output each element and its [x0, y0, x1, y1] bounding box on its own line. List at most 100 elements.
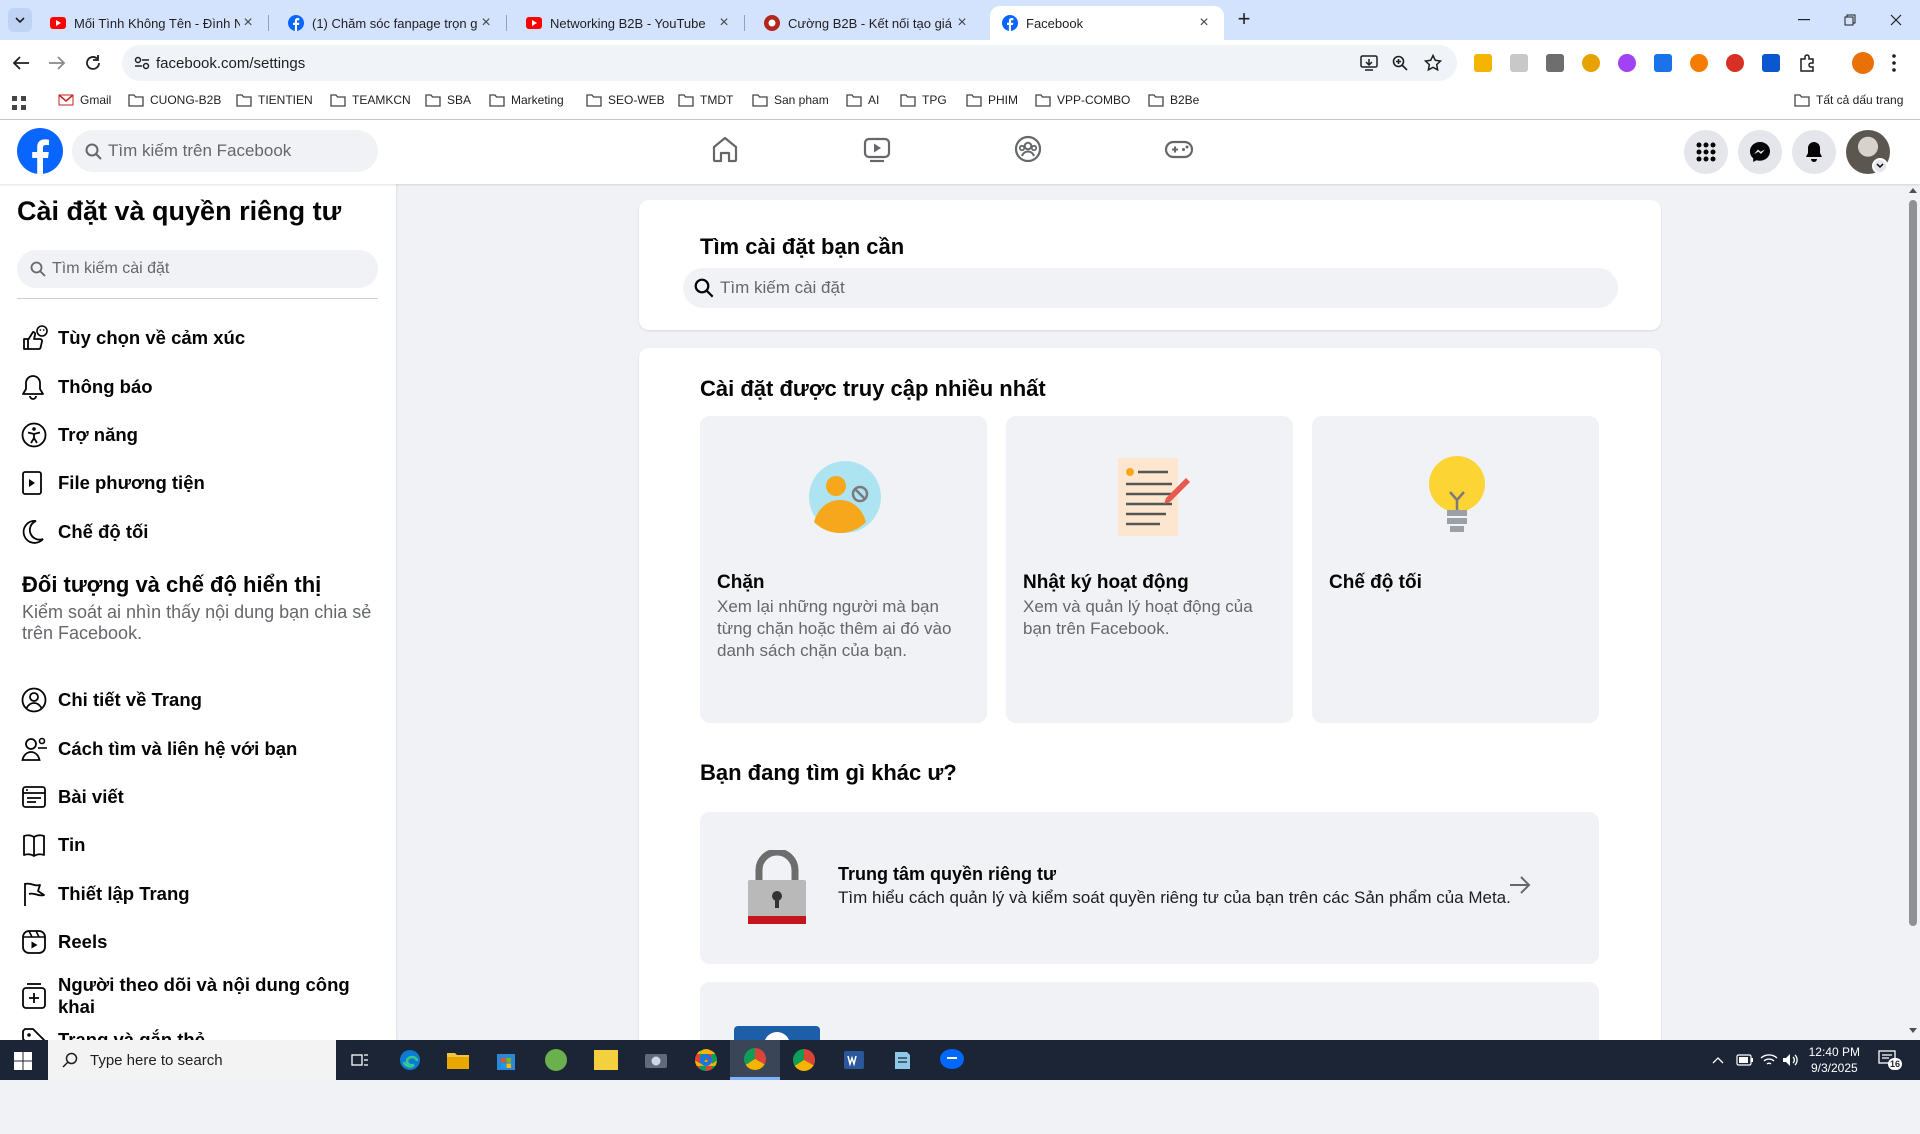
groups-icon[interactable]	[1013, 134, 1043, 164]
home-icon[interactable]	[710, 134, 740, 164]
extension-icon[interactable]	[1546, 54, 1564, 72]
sidebar-item-notifications[interactable]: Thông báo	[17, 365, 377, 409]
scroll-down-arrow[interactable]	[1909, 1028, 1917, 1033]
video-icon[interactable]	[862, 134, 892, 164]
chrome-app[interactable]	[784, 1045, 824, 1075]
new-tab-button[interactable]: +	[1232, 8, 1256, 32]
tray-chevron-up-icon[interactable]	[1712, 1056, 1724, 1064]
forward-icon[interactable]	[48, 55, 66, 71]
bookmark-item[interactable]: CUONG-B2B	[128, 93, 221, 107]
bookmark-item[interactable]: TPG	[900, 93, 947, 107]
word-app[interactable]	[834, 1045, 874, 1075]
bookmark-item[interactable]: AI	[846, 93, 879, 107]
sidebar-item-page-setup[interactable]: Thiết lập Trang	[17, 872, 377, 916]
battery-icon[interactable]	[1736, 1054, 1754, 1066]
browser-tab[interactable]: Cường B2B - Kết nối tạo giá trị ×	[752, 6, 982, 40]
notepad-app[interactable]	[882, 1045, 922, 1075]
browser-tab-active[interactable]: Facebook ×	[990, 6, 1224, 40]
install-app-icon[interactable]	[1360, 55, 1378, 71]
bookmark-item[interactable]: SBA	[425, 93, 471, 107]
browser-tab[interactable]: Mối Tình Không Tên - Đình Ng ×	[38, 6, 269, 40]
extension-icon[interactable]	[1654, 54, 1672, 72]
account-menu-chevron[interactable]	[1872, 158, 1888, 174]
extension-icon[interactable]	[1762, 54, 1780, 72]
bookmark-item[interactable]: B2Be	[1148, 93, 1199, 107]
edge-app[interactable]	[390, 1045, 430, 1075]
messenger-button[interactable]	[1738, 130, 1782, 174]
file-explorer-app[interactable]	[438, 1045, 478, 1075]
tile-block[interactable]: Chặn Xem lại những người mà bạn từng chặ…	[700, 416, 987, 723]
notifications-button[interactable]	[1792, 130, 1836, 174]
facebook-logo-icon[interactable]	[17, 128, 63, 174]
sidebar-item-tagging[interactable]: Trang và gắn thẻ	[17, 1018, 377, 1040]
close-window-button[interactable]	[1882, 6, 1910, 34]
bookmark-item[interactable]: SEO-WEB	[586, 93, 665, 107]
minimize-button[interactable]	[1790, 6, 1818, 34]
extension-icon[interactable]	[1582, 54, 1600, 72]
close-icon[interactable]: ×	[954, 14, 970, 31]
settings-search[interactable]	[17, 250, 378, 288]
app-green[interactable]	[536, 1045, 576, 1075]
bookmark-item[interactable]: Marketing	[489, 93, 564, 107]
facebook-search[interactable]	[72, 130, 378, 172]
restore-button[interactable]	[1836, 6, 1864, 34]
settings-search-input[interactable]	[52, 260, 352, 278]
sidebar-item-find-contact[interactable]: Cách tìm và liên hệ với bạn	[17, 727, 377, 771]
system-clock[interactable]: 12:40 PM 9/3/2025	[1809, 1044, 1860, 1076]
chrome-app-active[interactable]	[730, 1040, 780, 1080]
extension-icon[interactable]	[1726, 54, 1744, 72]
notification-center-button[interactable]: 16	[1878, 1050, 1903, 1070]
wifi-icon[interactable]	[1760, 1053, 1778, 1067]
sidebar-item-page-details[interactable]: Chi tiết về Trang	[17, 678, 377, 722]
close-icon[interactable]: ×	[478, 14, 494, 31]
camera-app[interactable]	[636, 1045, 676, 1075]
find-settings-search[interactable]	[683, 268, 1618, 308]
all-bookmarks[interactable]: Tất cả dấu trang	[1794, 93, 1903, 107]
sidebar-item-media[interactable]: File phương tiện	[17, 461, 377, 505]
close-icon[interactable]: ×	[716, 14, 732, 31]
close-icon[interactable]: ×	[1196, 14, 1212, 31]
bookmark-item[interactable]: Gmail	[58, 93, 111, 107]
page-scrollbar[interactable]	[1906, 184, 1920, 1040]
chrome-app[interactable]	[686, 1045, 726, 1075]
privacy-center-row[interactable]: Trung tâm quyền riêng tư Tìm hiểu cách q…	[700, 812, 1599, 964]
extension-icon[interactable]	[1618, 54, 1636, 72]
address-bar[interactable]: facebook.com/settings	[122, 45, 1457, 81]
app-yellow[interactable]	[586, 1045, 626, 1075]
bookmark-item[interactable]: VPP-COMBO	[1035, 93, 1130, 107]
site-settings-icon[interactable]	[134, 56, 150, 70]
browser-tab[interactable]: Networking B2B - YouTube ×	[514, 6, 745, 40]
sidebar-item-reactions[interactable]: Tùy chọn về cảm xúc	[17, 316, 377, 360]
sidebar-item-posts[interactable]: Bài viết	[17, 775, 377, 819]
zoom-icon[interactable]	[1392, 55, 1408, 71]
extensions-puzzle-icon[interactable]	[1798, 54, 1816, 72]
bookmark-item[interactable]: TMDT	[678, 93, 733, 107]
facebook-search-input[interactable]	[108, 141, 348, 161]
extension-icon[interactable]	[1474, 54, 1492, 72]
sidebar-item-accessibility[interactable]: Trợ năng	[17, 413, 377, 457]
scrollbar-thumb[interactable]	[1909, 200, 1917, 926]
tile-activity-log[interactable]: Nhật ký hoạt động Xem và quản lý hoạt độ…	[1006, 416, 1293, 723]
profile-avatar[interactable]	[1852, 52, 1874, 74]
sidebar-item-stories[interactable]: Tin	[17, 823, 377, 867]
menu-dots-icon[interactable]	[1892, 54, 1896, 72]
close-icon[interactable]: ×	[240, 14, 256, 31]
extension-icon[interactable]	[1690, 54, 1708, 72]
bookmark-item[interactable]: San pham	[752, 93, 829, 107]
back-icon[interactable]	[12, 55, 30, 71]
bookmark-item[interactable]: TEAMKCN	[330, 93, 411, 107]
task-view-button[interactable]	[340, 1045, 380, 1075]
windows-start-icon[interactable]	[14, 1052, 32, 1070]
bookmark-item[interactable]: PHIM	[966, 93, 1018, 107]
bookmark-item[interactable]: TIENTIEN	[236, 93, 313, 107]
sidebar-item-followers[interactable]: Người theo dõi và nội dung công khai	[17, 968, 377, 1024]
scroll-up-arrow[interactable]	[1909, 188, 1917, 193]
taskbar-search[interactable]: Type here to search	[48, 1040, 336, 1080]
tab-search-button[interactable]	[8, 8, 32, 32]
menu-button[interactable]	[1684, 130, 1728, 174]
apps-grid-icon[interactable]	[12, 96, 26, 110]
gaming-icon[interactable]	[1164, 134, 1194, 164]
browser-tab[interactable]: (1) Chăm sóc fanpage trọn gói ×	[276, 6, 507, 40]
sidebar-item-reels[interactable]: Reels	[17, 920, 377, 964]
reload-icon[interactable]	[84, 54, 102, 72]
